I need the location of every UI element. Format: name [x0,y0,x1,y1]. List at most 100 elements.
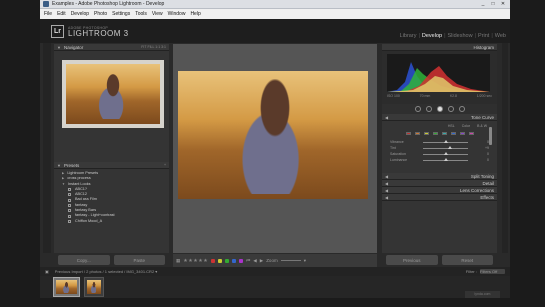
left-panel-toggle[interactable] [43,43,51,253]
left-panel-buttons: Copy... Paste [54,255,169,265]
zoom-slider[interactable] [280,260,301,261]
swatch-green[interactable] [432,132,438,135]
hsl-tabs: HSL Color B & W [382,121,497,128]
first-photo-icon[interactable]: ⏮ [246,258,250,263]
slider-track[interactable] [423,158,468,161]
module-picker: Library | Develop | Slideshow | Print | … [400,33,506,39]
camera-info: ISO 100 70 mm f/2.8 1/200 sec [387,94,492,98]
main-photo[interactable] [178,71,368,199]
menu-bar: File Edit Develop Photo Settings Tools V… [40,9,510,19]
split-toning-header[interactable]: ◀ Split Toning [382,173,497,180]
image-canvas[interactable] [173,44,377,253]
tab-color[interactable]: Color [462,124,470,128]
swatch-magenta[interactable] [468,132,474,135]
module-library[interactable]: Library [400,33,417,39]
panel-spacer [382,163,497,173]
close-button[interactable]: ✕ [498,1,508,8]
presets-title: Presets [63,162,80,168]
module-print[interactable]: Print [478,33,489,39]
add-preset-icon[interactable]: + [164,163,166,167]
swatch-red[interactable] [405,132,411,135]
slider-label: Vibrance [390,140,404,144]
menu-settings[interactable]: Settings [112,11,130,17]
slider-track[interactable] [423,146,468,149]
slider-knob[interactable] [443,140,448,143]
module-develop[interactable]: Develop [422,33,442,39]
slider-knob[interactable] [448,146,452,149]
swatch-aqua[interactable] [441,132,447,135]
previous-photo-icon[interactable]: ◀ [253,258,256,264]
module-web[interactable]: Web [495,33,506,39]
adjustment-brush-icon[interactable] [458,106,465,112]
navigator-zoom-options[interactable]: FIT FILL 1:1 3:1 [141,45,166,49]
slider-track[interactable] [423,152,468,155]
menu-window[interactable]: Window [168,11,186,17]
filmstrip [40,276,510,298]
graduated-filter-icon[interactable] [447,106,454,112]
menu-develop[interactable]: Develop [71,11,89,17]
histogram-header[interactable]: Histogram [382,44,497,51]
color-label-green[interactable] [225,258,230,263]
detail-title: Detail [482,180,494,186]
right-panel: Histogram ISO 100 70 mm f/2.8 1/200 sec [382,44,497,253]
slider-knob[interactable] [443,152,448,155]
swatch-purple[interactable] [459,132,465,135]
slider-knob[interactable] [443,158,448,161]
collapse-triangle-icon: ◀ [385,180,389,186]
develop-tool-strip [382,104,497,114]
color-swatches [382,128,497,139]
reset-button[interactable]: Reset [441,255,493,265]
swatch-blue[interactable] [450,132,456,135]
lens-corrections-header[interactable]: ◀ Lens Corrections [382,187,497,194]
tab-hsl[interactable]: HSL [448,124,455,128]
color-label-blue[interactable] [232,258,237,263]
previous-button[interactable]: Previous [386,255,438,265]
grid-view-icon[interactable]: ▣ [45,269,49,274]
spot-removal-icon[interactable] [425,106,432,112]
menu-view[interactable]: View [152,11,163,17]
histogram-svg [387,62,490,92]
develop-toolbar: ▦ ★★★★★ ⏮ ◀ ▶ Zoom ▾ [173,254,377,267]
right-panel-scrollbar[interactable] [489,127,492,145]
navigator-preview[interactable] [62,60,164,128]
color-label-yellow[interactable] [218,258,223,263]
rating-stars[interactable]: ★★★★★ [183,258,208,264]
menu-file[interactable]: File [44,11,52,17]
module-slideshow[interactable]: Slideshow [448,33,473,39]
slider-track[interactable] [423,140,468,143]
menu-photo[interactable]: Photo [94,11,107,17]
next-photo-icon[interactable]: ▶ [260,258,263,264]
navigator-header[interactable]: ▼ Navigator FIT FILL 1:1 3:1 [54,44,169,51]
preset-item[interactable]: Chiffon Mood_A [62,219,169,224]
maximize-button[interactable]: □ [488,1,498,8]
crop-tool-icon[interactable] [414,106,421,112]
toolbar-menu-icon[interactable]: ▾ [304,258,306,264]
copy-button[interactable]: Copy... [58,255,110,265]
effects-header[interactable]: ◀ Effects [382,194,497,201]
swatch-yellow[interactable] [423,132,429,135]
crop-overlay-icon[interactable]: ▦ [176,258,180,264]
lens-corrections-title: Lens Corrections [459,187,494,193]
histogram[interactable]: ISO 100 70 mm f/2.8 1/200 sec [382,51,497,104]
filmstrip-source[interactable]: Previous Import / 2 photos / 1 selected … [55,269,158,274]
module-separator: | [418,33,420,39]
presets-header[interactable]: ▼ Presets + [54,162,169,169]
filmstrip-thumb[interactable] [53,277,80,297]
paste-button[interactable]: Paste [113,255,165,265]
right-panel-toggle[interactable] [502,43,508,253]
menu-edit[interactable]: Edit [57,11,66,17]
detail-header[interactable]: ◀ Detail [382,180,497,187]
swatch-orange[interactable] [414,132,420,135]
red-eye-icon[interactable] [436,106,443,112]
menu-tools[interactable]: Tools [135,11,147,17]
tone-curve-header[interactable]: ◀ Tone Curve [382,114,497,121]
tab-bw[interactable]: B & W [477,124,487,128]
minimize-button[interactable]: _ [478,1,488,8]
menu-help[interactable]: Help [190,11,200,17]
filter-label: Filter : [465,269,477,274]
color-label-purple[interactable] [239,258,244,263]
color-label-red[interactable] [211,258,216,263]
module-separator: | [491,33,493,39]
filmstrip-thumb[interactable] [84,277,104,297]
filter-dropdown[interactable]: Filters Off [480,269,505,274]
